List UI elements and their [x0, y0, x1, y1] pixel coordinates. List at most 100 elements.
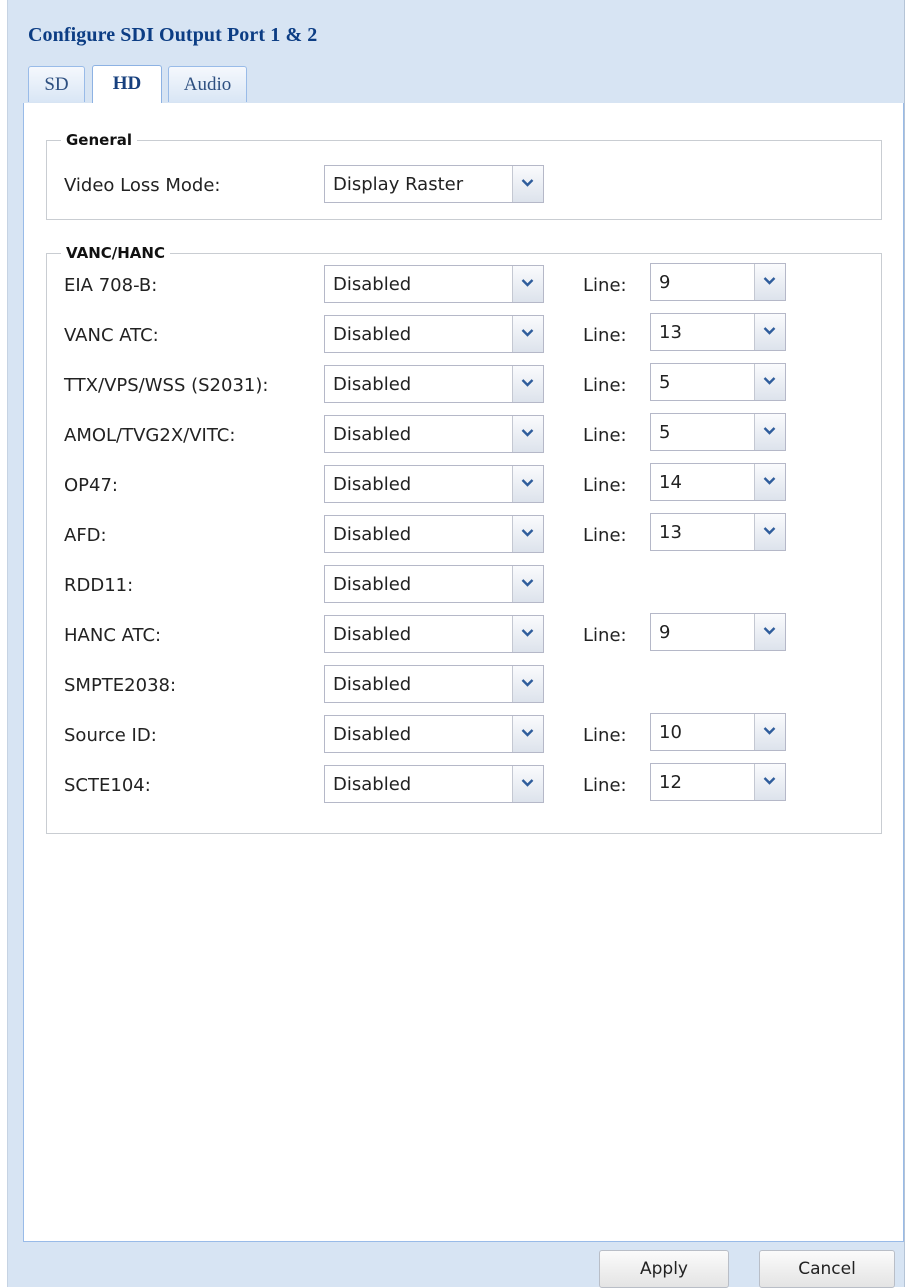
chevron-down-icon [763, 377, 776, 385]
general-legend: General [66, 131, 132, 149]
row-7-line-combo[interactable]: 9 [650, 613, 786, 651]
chevron-down-icon [763, 627, 776, 635]
row-1-line-trigger[interactable] [754, 314, 785, 350]
row-2-mode-trigger[interactable] [512, 366, 543, 402]
row-10-mode-combo[interactable]: Disabled [324, 765, 544, 803]
tab-sd[interactable]: SD [28, 66, 85, 102]
chevron-down-icon [521, 779, 534, 787]
chevron-down-icon [763, 477, 776, 485]
chevron-down-icon [521, 329, 534, 337]
row-0-label: EIA 708-B: [64, 275, 158, 296]
row-2-line-label: Line: [583, 375, 627, 396]
apply-button[interactable]: Apply [599, 1250, 729, 1288]
chevron-down-icon [521, 379, 534, 387]
chevron-down-icon [763, 527, 776, 535]
row-7-label: HANC ATC: [64, 625, 162, 646]
row-7-line-value: 9 [659, 622, 671, 643]
row-8-mode-trigger[interactable] [512, 666, 543, 702]
row-1-line-value: 13 [659, 322, 682, 343]
row-9-line-trigger[interactable] [754, 714, 785, 750]
row-7-mode-combo[interactable]: Disabled [324, 615, 544, 653]
row-1-mode-trigger[interactable] [512, 316, 543, 352]
row-9-line-label: Line: [583, 725, 627, 746]
row-1-line-combo[interactable]: 13 [650, 313, 786, 351]
row-4-line-value: 14 [659, 472, 682, 493]
row-0-line-combo[interactable]: 9 [650, 263, 786, 301]
video-loss-mode-combo[interactable]: Display Raster [324, 165, 544, 203]
video-loss-mode-trigger[interactable] [512, 166, 543, 202]
row-6-label: RDD11: [64, 575, 134, 596]
row-2-mode-value: Disabled [333, 374, 412, 395]
chevron-down-icon [521, 629, 534, 637]
tab-hd[interactable]: HD [92, 65, 162, 103]
row-7-mode-value: Disabled [333, 624, 412, 645]
chevron-down-icon [521, 729, 534, 737]
row-4-mode-combo[interactable]: Disabled [324, 465, 544, 503]
tab-panel-hd: General Video Loss Mode: Display Raster … [23, 103, 904, 1242]
row-4-line-combo[interactable]: 14 [650, 463, 786, 501]
row-2-line-trigger[interactable] [754, 364, 785, 400]
dialog-title: Configure SDI Output Port 1 & 2 [28, 24, 318, 46]
row-3-line-trigger[interactable] [754, 414, 785, 450]
row-10-mode-trigger[interactable] [512, 766, 543, 802]
row-0-line-trigger[interactable] [754, 264, 785, 300]
row-5-line-value: 13 [659, 522, 682, 543]
row-9-mode-trigger[interactable] [512, 716, 543, 752]
chevron-down-icon [763, 727, 776, 735]
row-6-mode-trigger[interactable] [512, 566, 543, 602]
chevron-down-icon [763, 777, 776, 785]
tab-audio[interactable]: Audio [168, 66, 247, 102]
chevron-down-icon [521, 429, 534, 437]
row-2-mode-combo[interactable]: Disabled [324, 365, 544, 403]
row-0-mode-value: Disabled [333, 274, 412, 295]
row-3-line-combo[interactable]: 5 [650, 413, 786, 451]
row-3-line-label: Line: [583, 425, 627, 446]
row-0-mode-trigger[interactable] [512, 266, 543, 302]
dialog-footer: Apply Cancel [23, 1243, 904, 1288]
row-3-label: AMOL/TVG2X/VITC: [64, 425, 236, 446]
row-3-line-value: 5 [659, 422, 671, 443]
row-10-line-label: Line: [583, 775, 627, 796]
chevron-down-icon [763, 427, 776, 435]
vanc-hanc-legend: VANC/HANC [66, 244, 165, 262]
chevron-down-icon [521, 529, 534, 537]
row-7-line-label: Line: [583, 625, 627, 646]
row-0-mode-combo[interactable]: Disabled [324, 265, 544, 303]
row-0-line-label: Line: [583, 275, 627, 296]
row-7-mode-trigger[interactable] [512, 616, 543, 652]
row-3-mode-value: Disabled [333, 424, 412, 445]
row-2-line-value: 5 [659, 372, 671, 393]
row-10-line-trigger[interactable] [754, 764, 785, 800]
row-5-line-trigger[interactable] [754, 514, 785, 550]
row-2-line-combo[interactable]: 5 [650, 363, 786, 401]
chevron-down-icon [521, 579, 534, 587]
row-10-line-combo[interactable]: 12 [650, 763, 786, 801]
row-9-line-combo[interactable]: 10 [650, 713, 786, 751]
row-7-line-trigger[interactable] [754, 614, 785, 650]
row-4-mode-trigger[interactable] [512, 466, 543, 502]
chevron-down-icon [521, 279, 534, 287]
row-3-mode-trigger[interactable] [512, 416, 543, 452]
row-6-mode-combo[interactable]: Disabled [324, 565, 544, 603]
row-5-mode-trigger[interactable] [512, 516, 543, 552]
row-9-line-value: 10 [659, 722, 682, 743]
row-8-mode-combo[interactable]: Disabled [324, 665, 544, 703]
row-5-label: AFD: [64, 525, 107, 546]
row-3-mode-combo[interactable]: Disabled [324, 415, 544, 453]
row-5-line-combo[interactable]: 13 [650, 513, 786, 551]
dialog-window: Configure SDI Output Port 1 & 2 SD HD Au… [7, 0, 905, 1288]
video-loss-mode-label: Video Loss Mode: [64, 175, 221, 196]
row-4-line-trigger[interactable] [754, 464, 785, 500]
row-0-line-value: 9 [659, 272, 671, 293]
row-4-line-label: Line: [583, 475, 627, 496]
row-10-line-value: 12 [659, 772, 682, 793]
cancel-button[interactable]: Cancel [759, 1250, 895, 1288]
row-9-mode-value: Disabled [333, 724, 412, 745]
row-2-label: TTX/VPS/WSS (S2031): [64, 375, 269, 396]
row-1-mode-combo[interactable]: Disabled [324, 315, 544, 353]
row-5-mode-combo[interactable]: Disabled [324, 515, 544, 553]
row-5-mode-value: Disabled [333, 524, 412, 545]
row-1-mode-value: Disabled [333, 324, 412, 345]
row-9-mode-combo[interactable]: Disabled [324, 715, 544, 753]
tab-bar: SD HD Audio [23, 60, 904, 104]
